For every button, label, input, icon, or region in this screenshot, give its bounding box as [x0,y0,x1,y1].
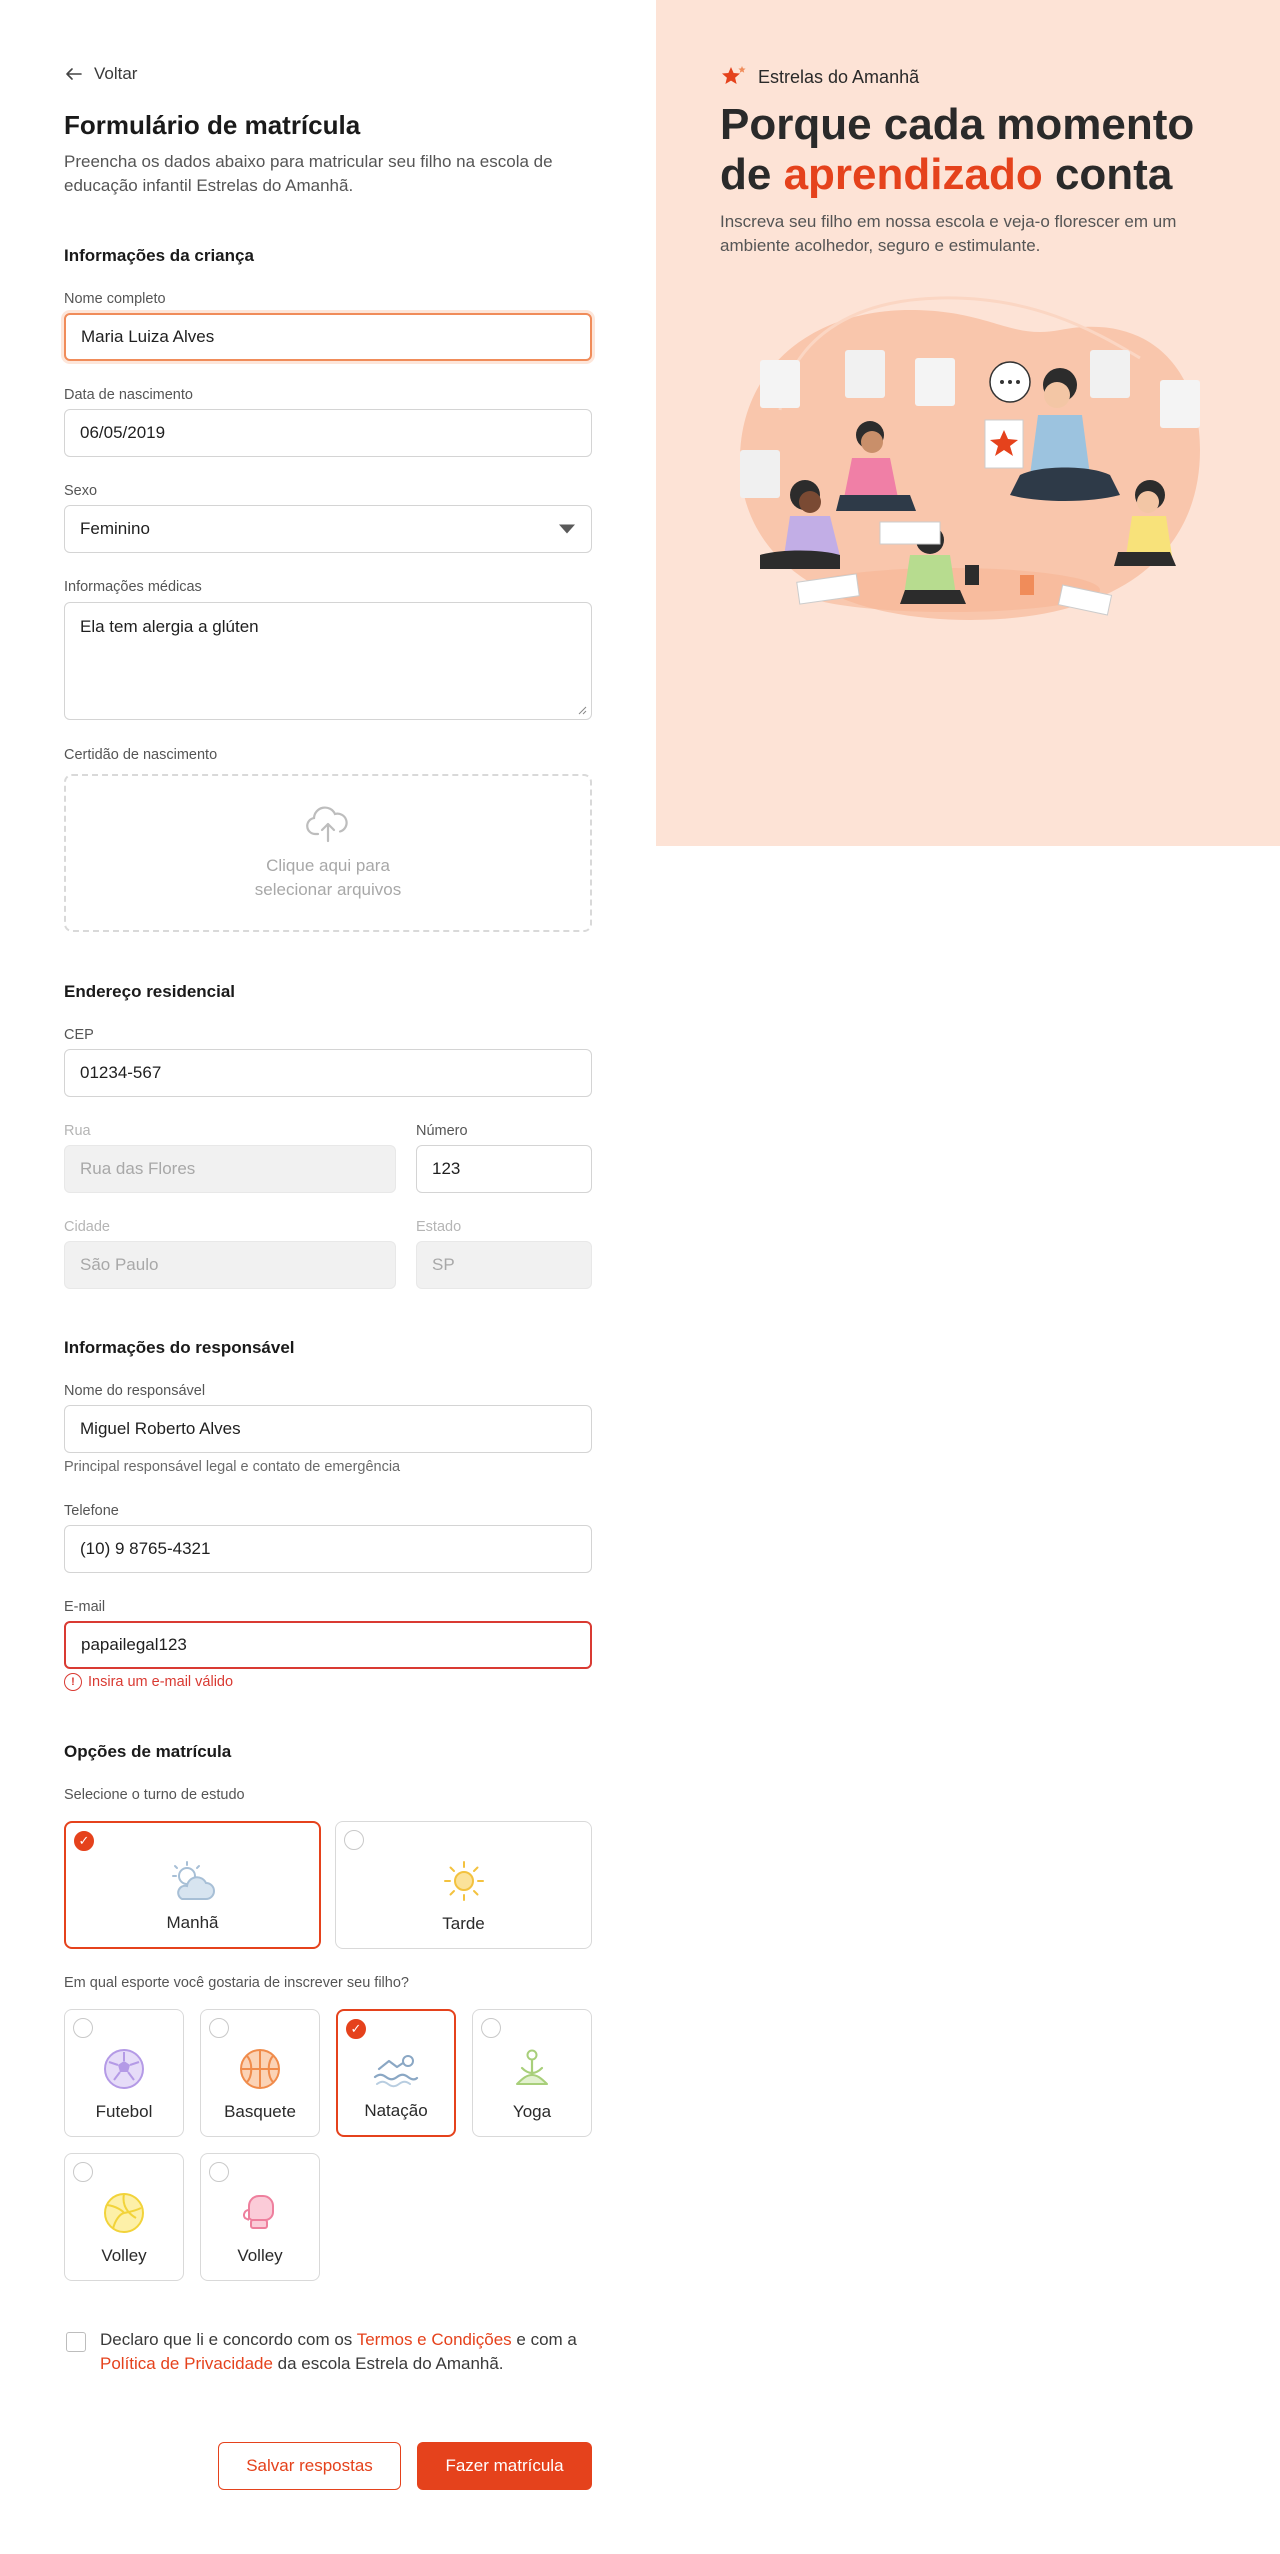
radio-icon [73,2018,93,2038]
medical-info-label: Informações médicas [64,579,202,595]
boxing-glove-icon [243,2195,274,2229]
hero-panel: Estrelas do Amanhã Porque cada momento d… [656,0,1280,846]
cep-label: CEP [64,1027,94,1043]
section-title-options: Opções de matrícula [64,1742,232,1761]
arrow-left-icon [66,68,82,80]
hero-title-part2: conta [1042,150,1173,199]
terms-prefix: Declaro que li e concordo com os [100,2330,357,2349]
volleyball-icon [104,2193,144,2233]
radio-icon [73,2162,93,2182]
back-label: Voltar [94,64,138,83]
sport-name: Yoga [512,2102,552,2121]
cloud-upload-icon [306,806,348,843]
hero-title: Porque cada momento de aprendizado conta [720,100,1240,200]
classroom-illustration [740,296,1200,620]
back-link[interactable]: Voltar [64,64,137,84]
street-label: Rua [64,1123,91,1139]
cloud-sun-icon [171,1861,215,1900]
terms-middle: e com a [511,2330,577,2349]
sport-card-yoga[interactable]: Yoga [472,2009,592,2137]
sport-name: Natação [364,2101,428,2120]
state-input: SP [416,1241,592,1289]
email-error: ! Insira um e-mail válido [64,1673,233,1691]
guardian-name-label: Nome do responsável [64,1383,206,1399]
sex-label: Sexo [64,483,98,499]
sport-card-volley[interactable]: Volley [64,2153,184,2281]
sex-select[interactable]: Feminino [64,505,592,553]
phone-label: Telefone [64,1503,119,1519]
street-input: Rua das Flores [64,1145,396,1193]
swimmer-icon [373,2055,419,2088]
email-label: E-mail [64,1599,106,1615]
submit-enrollment-button[interactable]: Fazer matrícula [417,2442,592,2490]
basketball-icon [240,2049,280,2089]
shift-card-morning[interactable]: ✓ Manhã [64,1821,321,1949]
privacy-link[interactable]: Política de Privacidade [100,2354,273,2373]
number-input[interactable]: 123 [416,1145,592,1193]
yoga-icon [516,2049,548,2085]
medical-info-textarea[interactable]: Ela tem alergia a glúten [64,602,592,720]
shift-name: Tarde [442,1914,485,1933]
radio-icon [209,2018,229,2038]
radio-icon [344,1830,364,1850]
check-icon: ✓ [346,2019,366,2039]
terms-suffix: da escola Estrela do Amanhã. [272,2354,504,2373]
radio-icon [209,2162,229,2182]
sport-card-natacao[interactable]: ✓ Natação [336,2009,456,2137]
phone-input[interactable]: (10) 9 8765-4321 [64,1525,592,1573]
check-icon: ✓ [74,1831,94,1851]
sport-card-futebol[interactable]: Futebol [64,2009,184,2137]
upload-instructions: Clique aqui para selecionar arquivos [254,856,402,899]
sport-card-volley-2[interactable]: Volley [200,2153,320,2281]
sport-name: Basquete [224,2102,296,2121]
save-button[interactable]: Salvar respostas [218,2442,401,2490]
child-name-label: Nome completo [64,291,166,307]
child-name-input[interactable]: Maria Luiza Alves [64,313,592,361]
terms-checkbox[interactable] [66,2332,86,2352]
terms-text: Declaro que li e concordo com os Termos … [100,2328,600,2376]
section-title-child: Informações da criança [64,246,254,265]
radio-icon [481,2018,501,2038]
email-error-text: Insira um e-mail válido [88,1674,234,1690]
page-subtitle: Preencha os dados abaixo para matricular… [64,152,553,195]
birth-certificate-label: Certidão de nascimento [64,747,218,763]
file-upload-dropzone[interactable]: Clique aqui para selecionar arquivos [64,774,592,932]
guardian-name-input[interactable]: Miguel Roberto Alves [64,1405,592,1453]
sport-name: Volley [237,2246,283,2265]
city-label: Cidade [64,1219,110,1235]
hero-title-accent: aprendizado [783,150,1043,199]
brand: Estrelas do Amanhã [720,64,919,90]
soccer-ball-icon [104,2049,144,2089]
state-label: Estado [416,1219,462,1235]
shift-card-afternoon[interactable]: Tarde [335,1821,592,1949]
hero-subtitle: Inscreva seu filho em nossa escola e vej… [720,212,1177,255]
enrollment-form: Voltar Formulário de matrícula Preencha … [0,0,656,2554]
resize-grip-icon[interactable] [577,705,587,715]
birth-date-label: Data de nascimento [64,387,193,403]
section-title-guardian: Informações do responsável [64,1338,295,1357]
brand-name: Estrelas do Amanhã [758,66,920,87]
alert-circle-icon: ! [64,1673,82,1691]
number-label: Número [416,1123,468,1139]
birth-date-input[interactable]: 06/05/2019 [64,409,592,457]
cep-input[interactable]: 01234-567 [64,1049,592,1097]
city-input: São Paulo [64,1241,396,1289]
chevron-down-icon [559,524,575,534]
email-input[interactable]: papailegal123 [64,1621,592,1669]
sport-label: Em qual esporte você gostaria de inscrev… [64,1975,409,1991]
sport-name: Volley [101,2246,147,2265]
page-title: Formulário de matrícula [64,110,361,140]
medical-info-value: Ela tem alergia a glúten [80,617,259,636]
terms-link[interactable]: Termos e Condições [357,2330,512,2349]
sport-card-basquete[interactable]: Basquete [200,2009,320,2137]
sun-icon [443,1861,484,1901]
sex-select-value: Feminino [80,519,150,538]
guardian-name-helper: Principal responsável legal e contato de… [64,1459,401,1475]
star-logo-icon [722,66,746,84]
section-title-address: Endereço residencial [64,982,236,1001]
shift-label: Selecione o turno de estudo [64,1787,245,1803]
sport-name: Futebol [95,2102,153,2121]
shift-name: Manhã [166,1913,219,1932]
